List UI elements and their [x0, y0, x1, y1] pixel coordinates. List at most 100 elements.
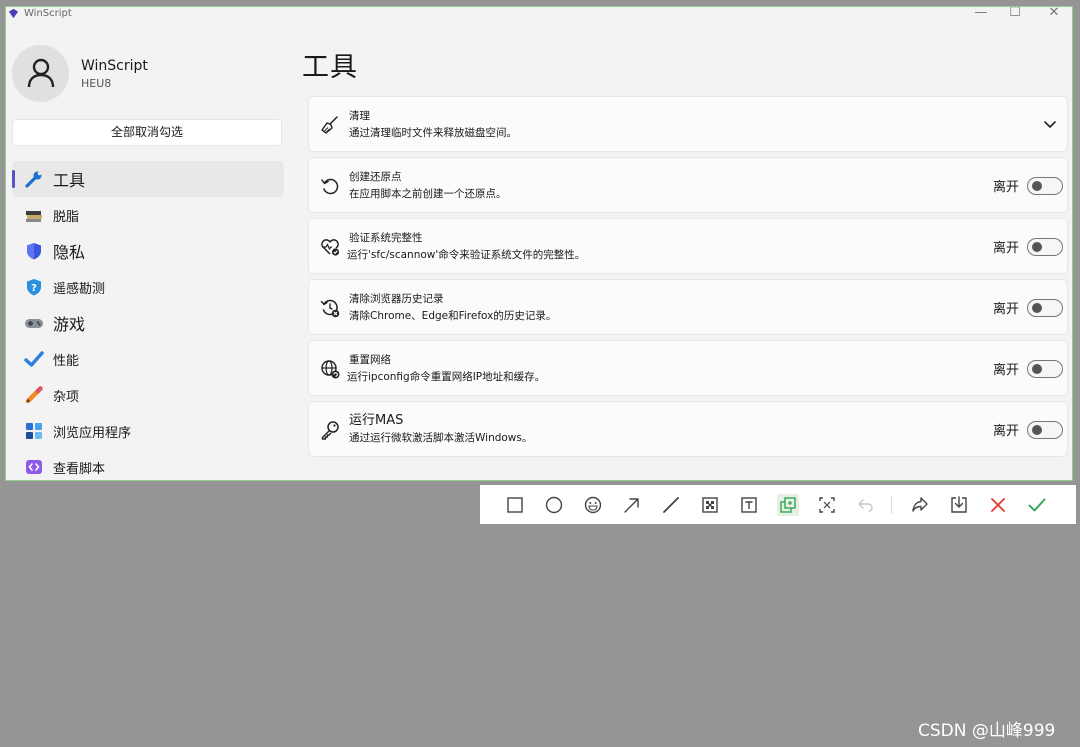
mosaic-icon [702, 497, 718, 513]
avatar[interactable] [12, 45, 69, 102]
sidebar-item-misc[interactable]: 杂项 [12, 377, 284, 413]
card-description: 运行ipconfig命令重置网络IP地址和缓存。 [347, 371, 546, 383]
rectangle-icon [507, 497, 523, 513]
sidebar-item-label: 性能 [53, 353, 80, 369]
card-cleanup[interactable]: 清理 通过清理临时文件来释放磁盘空间。 [308, 96, 1068, 152]
card-run-mas: 运行MAS 通过运行微软激活脚本激活Windows。 离开 [308, 401, 1068, 457]
toggle-knob [1032, 364, 1042, 374]
restore-icon [321, 178, 339, 195]
apps-icon [26, 423, 42, 439]
title-bar[interactable]: WinScript — ☐ ✕ [6, 7, 1072, 21]
sidebar-item-label: 遥感勘测 [53, 281, 106, 297]
window-title: WinScript [24, 8, 72, 19]
sidebar-item-label: 工具 [53, 171, 86, 190]
user-subtitle: HEU8 [81, 77, 112, 90]
ocr-tool-button[interactable] [816, 494, 838, 516]
toggle-state-label: 离开 [992, 302, 1019, 317]
text-tool-button[interactable] [738, 494, 760, 516]
sidebar-item-browse-apps[interactable]: 浏览应用程序 [12, 413, 284, 449]
pencil-icon [25, 386, 43, 404]
sidebar-item-debloat[interactable]: 脱脂 [12, 197, 284, 233]
arrow-icon [624, 498, 639, 513]
share-tool-button[interactable] [909, 494, 931, 516]
copy-tool-button[interactable] [777, 494, 799, 516]
sidebar-item-label: 浏览应用程序 [53, 425, 132, 441]
card-title: 清除浏览器历史记录 [349, 293, 444, 305]
line-tool-button[interactable] [660, 494, 682, 516]
arrow-tool-button[interactable] [621, 494, 643, 516]
heart-check-icon [321, 239, 340, 256]
svg-text:?: ? [31, 283, 37, 294]
undo-tool-button[interactable] [855, 494, 877, 516]
card-title: 创建还原点 [349, 171, 402, 183]
card-description: 清除Chrome、Edge和Firefox的历史记录。 [349, 310, 557, 322]
toggle-state-label: 离开 [992, 180, 1019, 195]
run-mas-toggle[interactable] [1027, 421, 1063, 439]
sidebar-item-telemetry[interactable]: ? 遥感勘测 [12, 269, 284, 305]
ellipse-tool-button[interactable] [543, 494, 565, 516]
globe-reset-icon [321, 360, 340, 379]
shield-icon [27, 243, 41, 260]
card-description: 在应用脚本之前创建一个还原点。 [349, 188, 507, 200]
sidebar-item-label: 杂项 [53, 389, 80, 405]
undo-icon [858, 499, 873, 512]
verify-integrity-toggle[interactable] [1027, 238, 1063, 256]
books-icon [26, 211, 42, 222]
sidebar-item-view-scripts[interactable]: 查看脚本 [12, 449, 284, 480]
app-logo-icon [8, 8, 19, 19]
sidebar-item-tools[interactable]: 工具 [12, 161, 284, 197]
chevron-down-icon[interactable] [1043, 117, 1057, 131]
card-description: 通过清理临时文件来释放磁盘空间。 [349, 127, 517, 139]
toolbar-separator [891, 496, 892, 514]
share-icon [912, 497, 928, 512]
confirm-icon [1028, 498, 1046, 512]
toggle-knob [1032, 242, 1042, 252]
key-icon [321, 421, 339, 440]
reset-network-toggle[interactable] [1027, 360, 1063, 378]
code-icon [26, 460, 42, 474]
sidebar-item-label: 查看脚本 [53, 461, 106, 477]
mosaic-tool-button[interactable] [699, 494, 721, 516]
restore-point-toggle[interactable] [1027, 177, 1063, 195]
ocr-icon [819, 497, 835, 513]
save-icon [951, 496, 967, 513]
card-restore-point: 创建还原点 在应用脚本之前创建一个还原点。 离开 [308, 157, 1068, 213]
confirm-tool-button[interactable] [1026, 494, 1048, 516]
line-icon [663, 497, 679, 513]
cancel-tool-button[interactable] [987, 494, 1009, 516]
watermark: CSDN @山峰999 [918, 721, 1056, 741]
sidebar-item-performance[interactable]: 性能 [12, 341, 284, 377]
history-clear-icon [320, 299, 340, 318]
minimize-button[interactable]: — [968, 7, 994, 21]
wrench-icon [25, 171, 42, 188]
person-icon [27, 58, 55, 88]
card-clear-browser-history: 清除浏览器历史记录 清除Chrome、Edge和Firefox的历史记录。 离开 [308, 279, 1068, 335]
sidebar-item-label: 游戏 [53, 315, 86, 334]
shield-question-icon: ? [27, 279, 41, 296]
clear-history-toggle[interactable] [1027, 299, 1063, 317]
toggle-state-label: 离开 [992, 363, 1019, 378]
card-verify-integrity: 验证系统完整性 运行'sfc/scannow'命令来验证系统文件的完整性。 离开 [308, 218, 1068, 274]
sidebar-item-gaming[interactable]: 游戏 [12, 305, 284, 341]
sidebar-item-label: 隐私 [53, 243, 86, 262]
toggle-state-label: 离开 [992, 241, 1019, 256]
card-description: 运行'sfc/scannow'命令来验证系统文件的完整性。 [347, 249, 586, 261]
broom-icon [321, 116, 338, 134]
toggle-knob [1032, 181, 1042, 191]
card-title: 重置网络 [349, 354, 391, 366]
save-tool-button[interactable] [948, 494, 970, 516]
close-button[interactable]: ✕ [1041, 7, 1067, 21]
uncheck-all-button[interactable]: 全部取消勾选 [12, 119, 282, 146]
sidebar-item-label: 脱脂 [53, 209, 80, 225]
screenshot-toolbar [480, 485, 1076, 524]
checkmark-icon [24, 351, 44, 367]
rectangle-tool-button[interactable] [504, 494, 526, 516]
card-title: 验证系统完整性 [349, 232, 423, 244]
sidebar-item-privacy[interactable]: 隐私 [12, 233, 284, 269]
toggle-knob [1032, 303, 1042, 313]
emoji-tool-button[interactable] [582, 494, 604, 516]
app-window: WinScript — ☐ ✕ WinScript HEU8 全部取消勾选 工具 [5, 6, 1073, 481]
card-reset-network: 重置网络 运行ipconfig命令重置网络IP地址和缓存。 离开 [308, 340, 1068, 396]
maximize-button[interactable]: ☐ [1002, 7, 1028, 21]
text-icon [741, 497, 757, 513]
